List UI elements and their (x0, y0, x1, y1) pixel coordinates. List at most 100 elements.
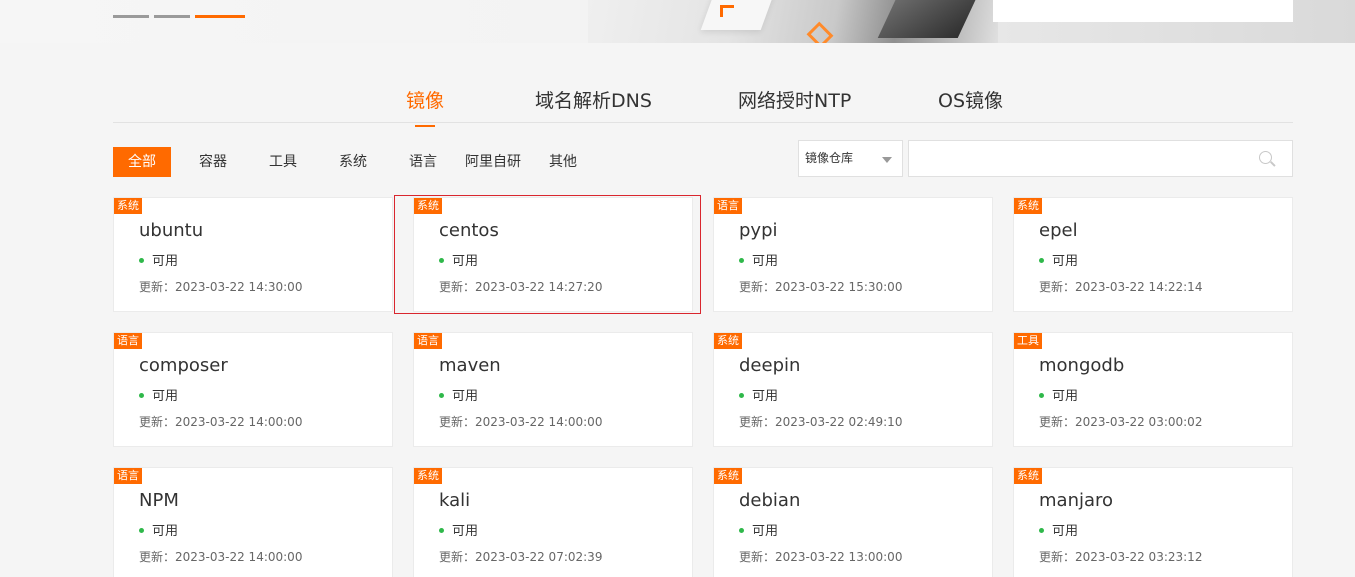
mirror-name: composer (139, 355, 228, 376)
mirror-name: mongodb (1039, 355, 1125, 376)
filter-alibaba[interactable]: 阿里自研 (465, 147, 521, 177)
filter-system[interactable]: 系统 (339, 147, 367, 177)
tab-ntp[interactable]: 网络授时NTP (738, 86, 851, 113)
hero-card (993, 0, 1293, 22)
mirror-name: deepin (739, 355, 801, 376)
mirror-name: manjaro (1039, 490, 1114, 511)
status-indicator: 可用 (139, 250, 178, 269)
status-indicator: 可用 (439, 520, 478, 539)
updated-time: 更新：2023-03-22 02:49:10 (739, 415, 903, 429)
mirror-name: NPM (139, 490, 179, 511)
status-dot-icon (739, 258, 744, 263)
status-indicator: 可用 (1039, 520, 1078, 539)
chevron-down-icon (882, 157, 892, 163)
status-dot-icon (1039, 258, 1044, 263)
status-indicator: 可用 (1039, 250, 1078, 269)
category-badge: 系统 (114, 198, 142, 214)
search-icon[interactable] (1259, 151, 1272, 164)
hero-illustration (588, 0, 998, 43)
status-dot-icon (439, 528, 444, 533)
repo-type-select[interactable]: 镜像仓库 (798, 140, 903, 177)
search-input[interactable] (909, 141, 1249, 176)
mirror-card-mongodb[interactable]: 工具 mongodb 可用更新：2023-03-22 03:00:02 (1013, 332, 1293, 447)
status-label: 可用 (752, 254, 779, 269)
status-label: 可用 (152, 254, 179, 269)
mirror-card-kali[interactable]: 系统 kali 可用 更新：2023-03-22 07:02:39 (413, 467, 693, 577)
filter-other[interactable]: 其他 (549, 147, 577, 177)
status-dot-icon (1039, 393, 1044, 398)
updated-time: 更新：2023-03-22 14:00:00 (139, 550, 303, 564)
updated-time: 更新：2023-03-22 13:00:00 (739, 550, 903, 564)
mirror-name: kali (439, 490, 471, 511)
mirror-name: debian (739, 490, 801, 511)
filter-all[interactable]: 全部 (113, 147, 171, 177)
status-label: 可用 (1052, 254, 1079, 269)
status-dot-icon (1039, 528, 1044, 533)
category-badge: 系统 (714, 468, 742, 484)
status-indicator: 可用 (1039, 385, 1078, 404)
updated-time: 更新：2023-03-22 03:00:02 (1039, 415, 1203, 429)
category-badge: 语言 (114, 468, 142, 484)
mirror-name: epel (1039, 220, 1078, 241)
mirror-card-maven[interactable]: 语言 maven 可用更新：2023-03-22 14:00:00 (413, 332, 693, 447)
mirror-card-pypi[interactable]: 语言 pypi 可用更新：2023-03-22 15:30:00 (713, 197, 993, 312)
mirror-card-debian[interactable]: 系统 debian 可用更新：2023-03-22 13:00:00 (713, 467, 993, 577)
status-indicator: 可用 (739, 250, 778, 269)
mirror-card-centos[interactable]: 系统 centos 可用 更新：2023-03-22 14:27:20 (413, 197, 693, 312)
status-dot-icon (139, 528, 144, 533)
updated-time: 更新：2023-03-22 14:22:14 (1039, 280, 1203, 294)
category-badge: 工具 (1014, 333, 1042, 349)
hero-banner (0, 0, 1355, 43)
status-indicator: 可用 (439, 250, 478, 269)
updated-time: 更新：2023-03-22 14:00:00 (439, 415, 603, 429)
status-label: 可用 (152, 524, 179, 539)
status-dot-icon (439, 258, 444, 263)
carousel-indicators (113, 15, 245, 18)
tab-dns[interactable]: 域名解析DNS (535, 86, 652, 113)
category-tabs: 镜像 域名解析DNS 网络授时NTP OS镜像 (113, 78, 1293, 123)
status-label: 可用 (752, 524, 779, 539)
mirror-card-epel[interactable]: 系统 epel 可用更新：2023-03-22 14:22:14 (1013, 197, 1293, 312)
status-label: 可用 (1052, 524, 1079, 539)
category-badge: 语言 (414, 333, 442, 349)
mirror-card-npm[interactable]: 语言 NPM 可用更新：2023-03-22 14:00:00 (113, 467, 393, 577)
mirror-card-ubuntu[interactable]: 系统 ubuntu 可用更新：2023-03-22 14:30:00 (113, 197, 393, 312)
tab-os-images[interactable]: OS镜像 (938, 86, 1003, 113)
filter-container[interactable]: 容器 (199, 147, 227, 177)
updated-time: 更新：2023-03-22 14:00:00 (139, 415, 303, 429)
status-indicator: 可用 (739, 385, 778, 404)
filter-language[interactable]: 语言 (409, 147, 437, 177)
filter-tools[interactable]: 工具 (269, 147, 297, 177)
mirror-name: ubuntu (139, 220, 204, 241)
mirror-name: maven (439, 355, 501, 376)
carousel-dot[interactable] (154, 15, 190, 18)
status-label: 可用 (452, 389, 479, 404)
status-indicator: 可用 (139, 520, 178, 539)
updated-time: 更新：2023-03-22 14:27:20 (439, 280, 603, 294)
mirror-card-composer[interactable]: 语言 composer 可用更新：2023-03-22 14:00:00 (113, 332, 393, 447)
status-indicator: 可用 (739, 520, 778, 539)
tab-mirrors[interactable]: 镜像 (406, 86, 444, 113)
mirror-card-manjaro[interactable]: 系统 manjaro 可用更新：2023-03-22 03:23:12 (1013, 467, 1293, 577)
status-dot-icon (739, 528, 744, 533)
carousel-dot-active[interactable] (195, 15, 245, 18)
category-badge: 系统 (714, 333, 742, 349)
status-dot-icon (439, 393, 444, 398)
search-box (908, 140, 1293, 177)
updated-time: 更新：2023-03-22 14:30:00 (139, 280, 303, 294)
category-badge: 系统 (1014, 198, 1042, 214)
mirror-name: pypi (739, 220, 778, 241)
category-badge: 系统 (1014, 468, 1042, 484)
category-badge: 语言 (714, 198, 742, 214)
status-label: 可用 (752, 389, 779, 404)
category-badge: 系统 (414, 468, 442, 484)
carousel-dot[interactable] (113, 15, 149, 18)
updated-time: 更新：2023-03-22 03:23:12 (1039, 550, 1203, 564)
status-label: 可用 (152, 389, 179, 404)
mirror-card-deepin[interactable]: 系统 deepin 可用更新：2023-03-22 02:49:10 (713, 332, 993, 447)
category-badge: 系统 (414, 198, 442, 214)
status-indicator: 可用 (439, 385, 478, 404)
category-badge: 语言 (114, 333, 142, 349)
updated-time: 更新：2023-03-22 15:30:00 (739, 280, 903, 294)
status-indicator: 可用 (139, 385, 178, 404)
